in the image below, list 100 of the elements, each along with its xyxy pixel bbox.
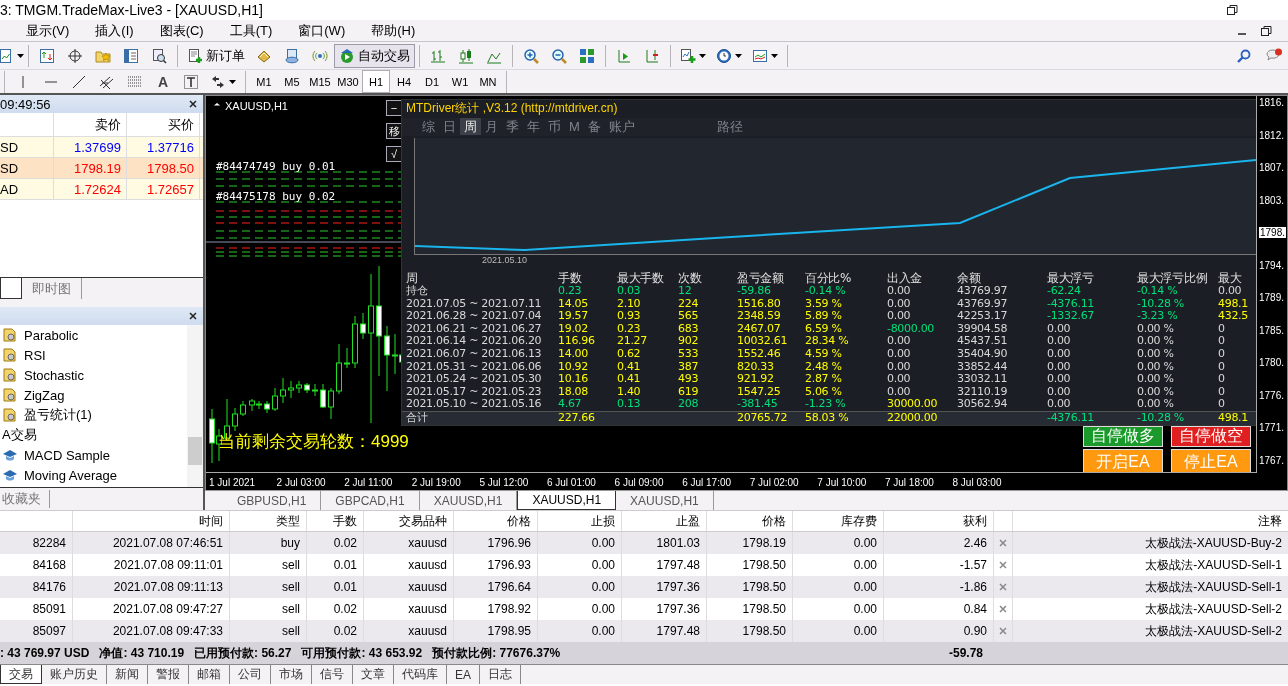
navigator-item[interactable]: MACD Sample <box>24 447 110 463</box>
stats-tab[interactable]: 日 <box>439 118 460 136</box>
navigator-item[interactable]: Stochastic <box>24 367 84 383</box>
column-header[interactable]: 类型 <box>230 511 307 531</box>
column-header[interactable]: 止损 <box>538 511 622 531</box>
terminal-tab[interactable]: 账户历史 <box>42 665 107 684</box>
menu-item[interactable]: 插入(I) <box>85 21 150 40</box>
column-header[interactable]: 卖价 <box>54 113 127 136</box>
stats-tab[interactable]: 月 <box>481 118 502 136</box>
caret-icon[interactable] <box>735 53 742 58</box>
bar-chart-icon[interactable] <box>430 47 446 64</box>
quote-row[interactable]: AD 1.72624 1.72657 <box>0 179 203 200</box>
text-label-icon[interactable] <box>183 73 199 90</box>
stats-tab[interactable]: 路径 <box>712 118 747 136</box>
column-header[interactable]: 交易品种 <box>364 511 454 531</box>
text-tool[interactable]: A <box>149 73 177 90</box>
panel-tab[interactable] <box>0 278 22 299</box>
terminal-tab[interactable]: 公司 <box>230 665 271 684</box>
candlestick-icon[interactable] <box>458 47 474 64</box>
restore-icon[interactable] <box>1224 2 1240 18</box>
chart-tab[interactable]: XAUUSD,H1 <box>616 491 714 510</box>
chart-tab[interactable]: GBPCAD,H1 <box>321 491 420 510</box>
column-header[interactable]: 时间 <box>73 511 230 531</box>
menu-item[interactable]: 图表(C) <box>149 21 220 40</box>
arrows-icon[interactable] <box>210 73 226 90</box>
quote-row[interactable]: SD 1.37699 1.37716 <box>0 137 203 158</box>
close-icon[interactable] <box>187 310 199 322</box>
chart-side-button[interactable]: √ <box>386 146 402 162</box>
timeframe-button[interactable]: MN <box>474 70 502 93</box>
terminal-tab[interactable]: 新闻 <box>107 665 148 684</box>
chart-side-button[interactable]: 移 <box>386 123 402 139</box>
navigator-item[interactable]: ZigZag <box>24 387 65 403</box>
timeframe-button[interactable]: H4 <box>390 70 418 93</box>
stats-tab[interactable]: 综 <box>418 118 439 136</box>
new-chart-icon[interactable] <box>0 47 14 64</box>
trendline-icon[interactable] <box>71 73 87 90</box>
chart-shift-icon[interactable] <box>644 47 660 64</box>
market-watch-icon[interactable] <box>39 47 55 64</box>
column-header[interactable]: 止盈 <box>622 511 707 531</box>
panel-tab[interactable]: 即时图 <box>22 278 82 299</box>
navigator-item[interactable]: 盈亏统计(1) <box>24 406 92 424</box>
navigator-item[interactable]: A交易 <box>2 426 37 444</box>
terminal-tab[interactable]: 邮箱 <box>189 665 230 684</box>
timeframe-button[interactable]: W1 <box>446 70 474 93</box>
stats-tab[interactable]: 周 <box>460 118 481 136</box>
toolbar-button[interactable]: 新订单 <box>182 43 250 68</box>
stats-tab[interactable]: 季 <box>502 118 523 136</box>
chart-tab[interactable]: GBPUSD,H1 <box>223 491 322 510</box>
ea-button[interactable]: 自停做多 <box>1083 426 1163 447</box>
timeframe-button[interactable]: H1 <box>362 70 390 93</box>
caret-icon[interactable] <box>229 79 236 84</box>
panel-icon[interactable] <box>123 47 139 64</box>
chart-tab[interactable]: XAUUSD,H1 <box>517 491 617 510</box>
column-header[interactable]: 价格 <box>454 511 538 531</box>
chart-side-button[interactable]: − <box>386 100 402 116</box>
terminal-tab[interactable]: 警报 <box>148 665 189 684</box>
column-header[interactable]: 获利 <box>884 511 994 531</box>
add-indicator-icon[interactable] <box>680 47 696 64</box>
column-header[interactable]: 手数 <box>307 511 364 531</box>
stats-tab[interactable]: 年 <box>523 118 544 136</box>
stats-tab[interactable]: 账户 <box>604 118 639 136</box>
tester-icon[interactable] <box>151 47 167 64</box>
scrollbar[interactable] <box>187 325 203 487</box>
menu-item[interactable]: 窗口(W) <box>288 21 362 40</box>
row-close-icon[interactable] <box>997 603 1009 615</box>
crosshair-icon[interactable] <box>67 47 83 64</box>
terminal-tab[interactable]: 代码库 <box>394 665 447 684</box>
timeframe-button[interactable]: M1 <box>250 70 278 93</box>
column-header[interactable]: 买价 <box>127 113 200 136</box>
chat-icon[interactable] <box>1266 47 1282 64</box>
column-header[interactable]: 价格 <box>707 511 793 531</box>
terminal-tab[interactable]: 信号 <box>312 665 353 684</box>
search-icon[interactable] <box>1236 47 1252 64</box>
navigator-item[interactable]: Parabolic <box>24 327 79 343</box>
caret-icon[interactable] <box>699 53 706 58</box>
terminal-tab[interactable]: 市场 <box>271 665 312 684</box>
toolbar-button[interactable]: 自动交易 <box>334 43 415 68</box>
timeframe-button[interactable]: D1 <box>418 70 446 93</box>
navigator-item[interactable]: RSI <box>24 347 46 363</box>
terminal-tab[interactable]: EA <box>447 665 480 684</box>
column-header[interactable]: 库存费 <box>793 511 884 531</box>
column-header[interactable]: 注释 <box>1013 511 1288 531</box>
menu-item[interactable]: 帮助(H) <box>361 21 432 40</box>
tile-icon[interactable] <box>579 47 595 64</box>
terminal-tab[interactable]: 文章 <box>353 665 394 684</box>
menu-item[interactable]: 显示(V) <box>16 21 86 40</box>
timeframe-button[interactable]: M5 <box>278 70 306 93</box>
caret-icon[interactable] <box>771 53 778 58</box>
stats-tab[interactable]: M <box>565 118 584 136</box>
navigator-item[interactable]: Moving Average <box>24 467 117 483</box>
close-icon[interactable] <box>187 98 199 110</box>
fibonacci-icon[interactable] <box>127 73 143 90</box>
timeframe-button[interactable]: M30 <box>334 70 362 93</box>
ea-button[interactable]: 自停做空 <box>1171 426 1251 447</box>
row-close-icon[interactable] <box>997 537 1009 549</box>
clock-icon[interactable] <box>716 47 732 64</box>
panel-tab[interactable]: 收藏夹 <box>0 489 50 508</box>
stats-tab[interactable]: 币 <box>544 118 565 136</box>
template-icon[interactable] <box>752 47 768 64</box>
stats-tab[interactable]: 备 <box>583 118 605 136</box>
